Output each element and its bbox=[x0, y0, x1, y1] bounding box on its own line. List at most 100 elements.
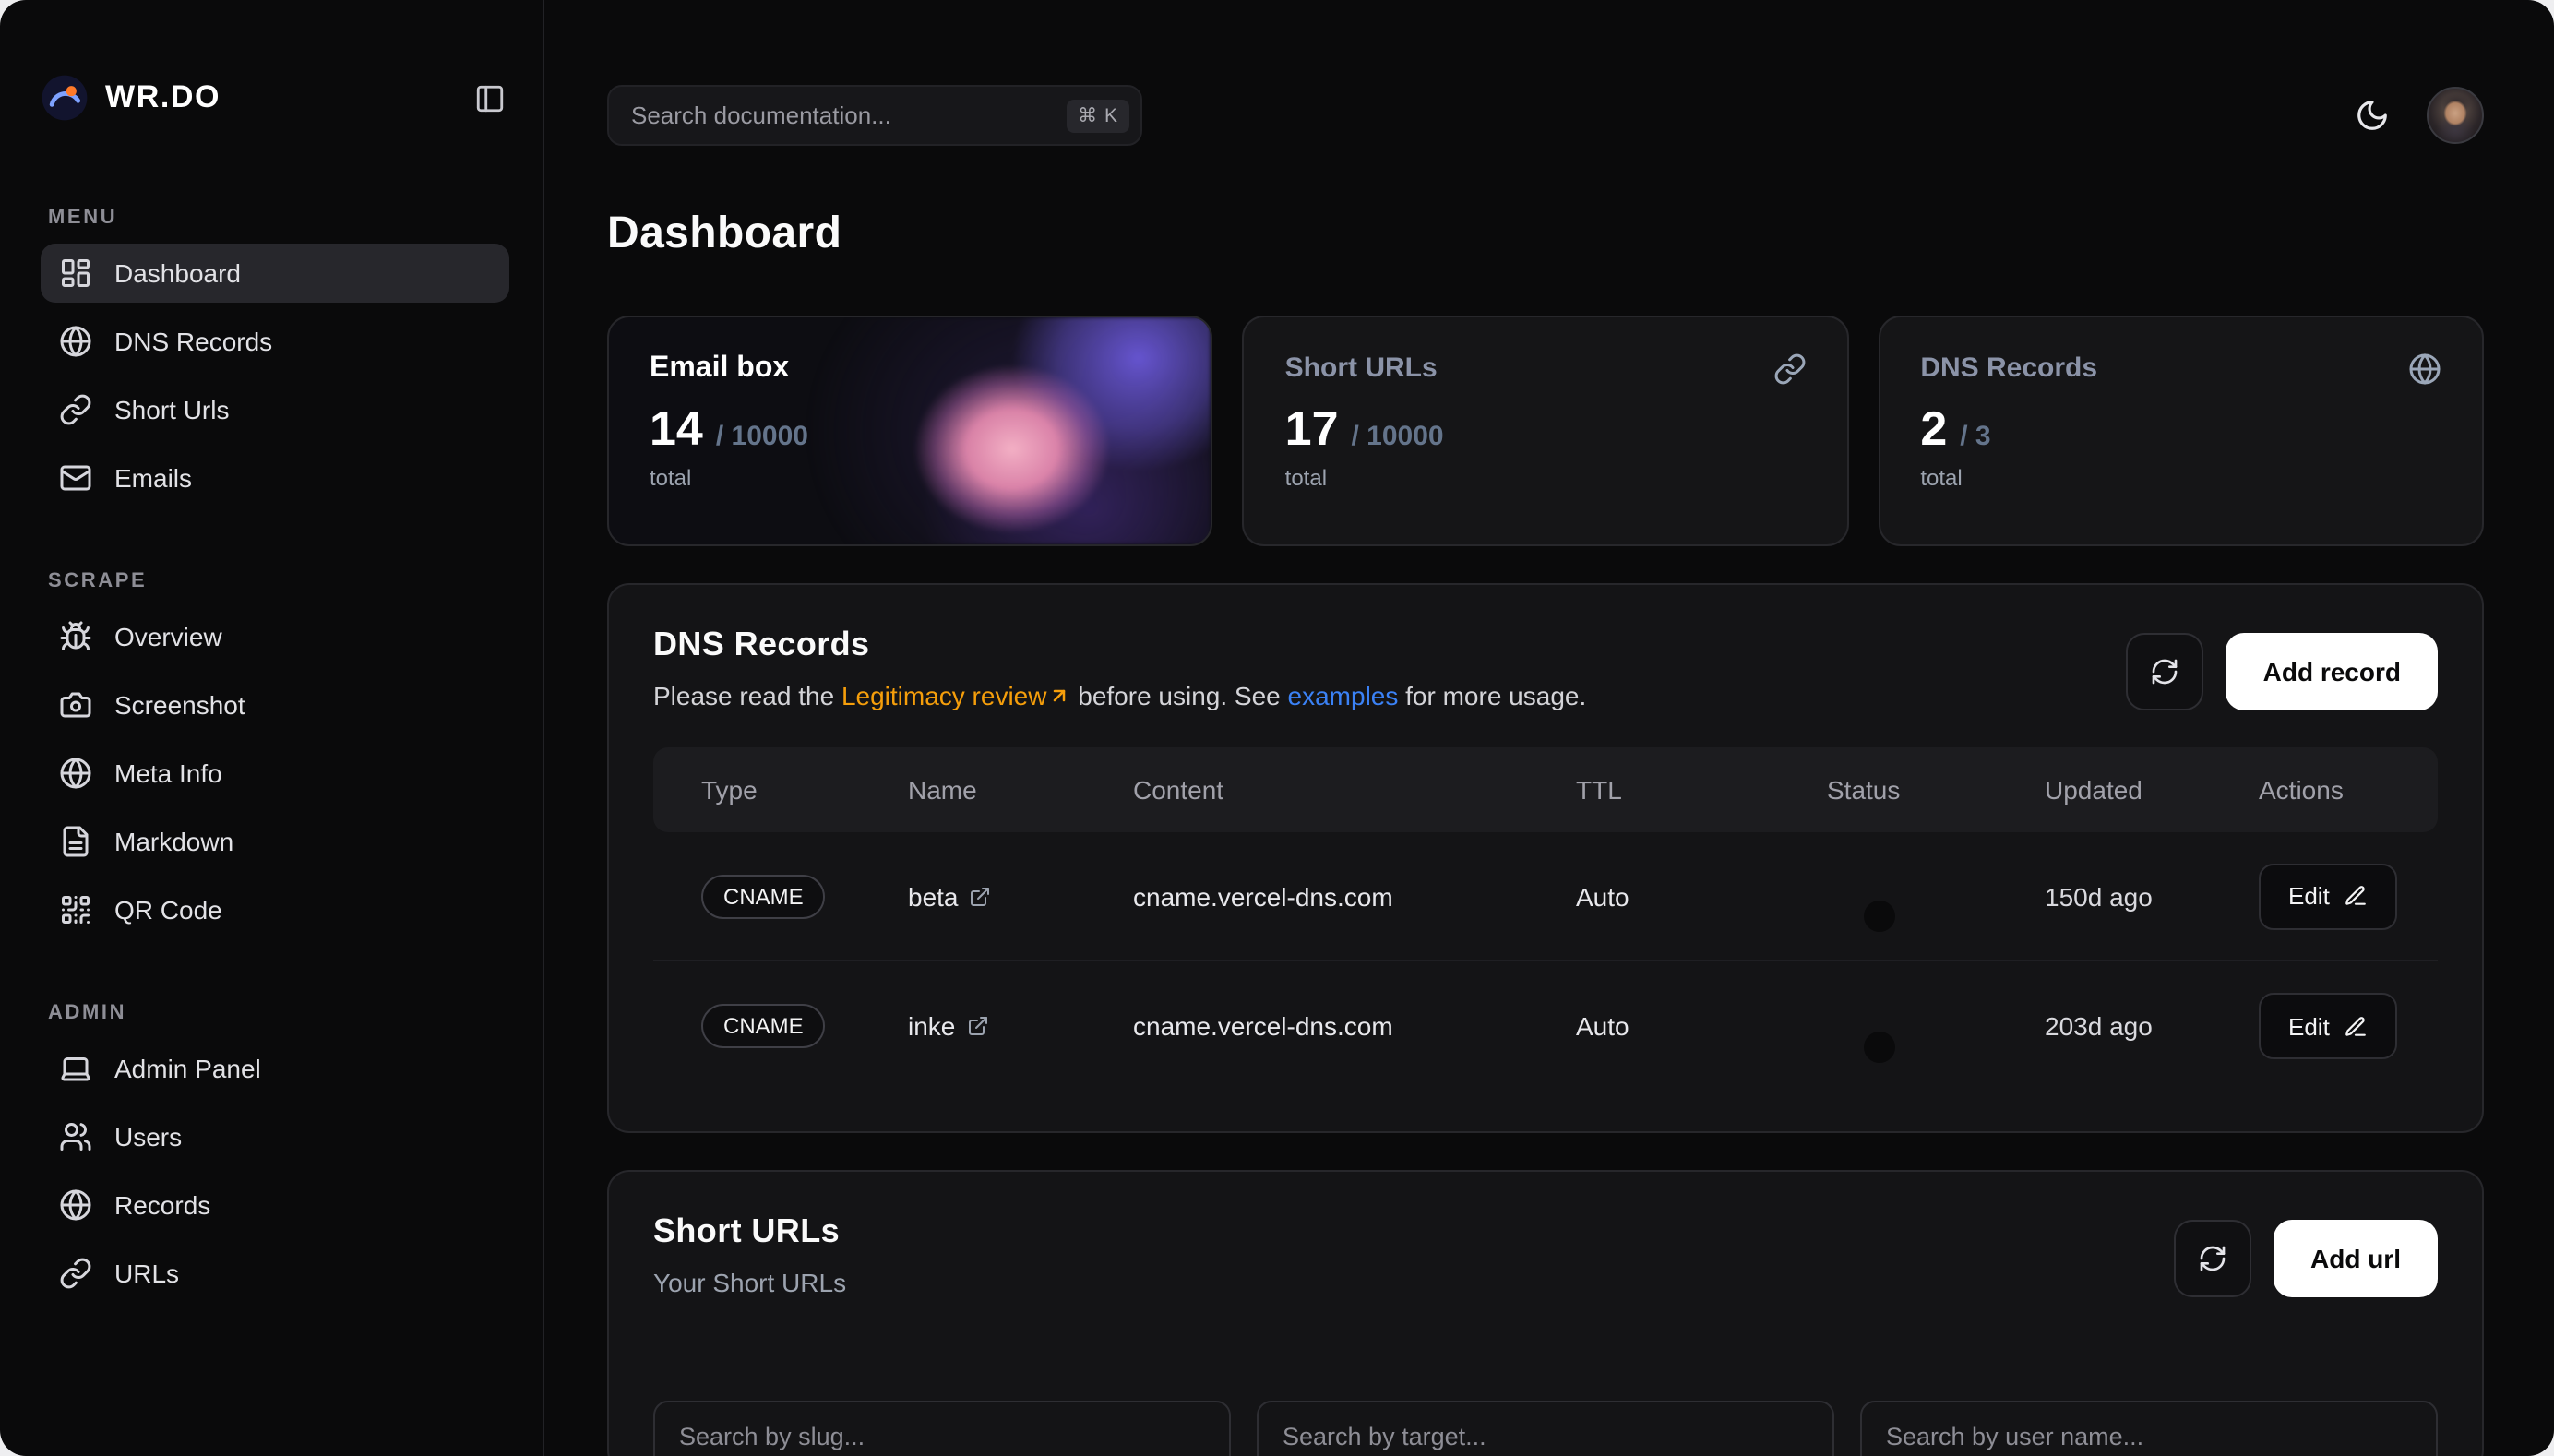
column-header-content: Content bbox=[1133, 775, 1576, 805]
bug-icon bbox=[59, 620, 92, 653]
sidebar-item-urls[interactable]: URLs bbox=[41, 1244, 509, 1303]
sidebar-item-label: URLs bbox=[114, 1259, 179, 1288]
sidebar-item-short-urls[interactable]: Short Urls bbox=[41, 380, 509, 439]
sidebar-item-label: Overview bbox=[114, 622, 222, 651]
table-row: CNAME inke cname.vercel-dns.com Auto 203… bbox=[653, 961, 2438, 1091]
add-record-button[interactable]: Add record bbox=[2226, 633, 2438, 710]
page-title: Dashboard bbox=[607, 209, 2484, 260]
sidebar-item-dns-records[interactable]: DNS Records bbox=[41, 312, 509, 371]
sidebar-item-label: Emails bbox=[114, 463, 192, 493]
sidebar-item-label: Short Urls bbox=[114, 395, 229, 424]
search-placeholder: Search documentation... bbox=[631, 101, 1067, 129]
sidebar-item-markdown[interactable]: Markdown bbox=[41, 812, 509, 871]
sidebar-item-qr-code[interactable]: QR Code bbox=[41, 880, 509, 939]
search-shortcut: ⌘ K bbox=[1067, 99, 1129, 132]
search-by-target-input[interactable] bbox=[1257, 1401, 1834, 1456]
record-name: inke bbox=[908, 1011, 955, 1041]
sidebar-item-label: Users bbox=[114, 1122, 182, 1152]
file-text-icon bbox=[59, 825, 92, 858]
stat-denominator: / 10000 bbox=[716, 421, 808, 452]
link-icon bbox=[59, 1257, 92, 1290]
sidebar-item-overview[interactable]: Overview bbox=[41, 607, 509, 666]
edit-button[interactable]: Edit bbox=[2259, 863, 2398, 929]
sidebar-item-label: DNS Records bbox=[114, 327, 272, 356]
column-header-actions: Actions bbox=[2259, 775, 2438, 805]
sidebar-collapse-button[interactable] bbox=[469, 78, 509, 118]
search-by-slug-input[interactable] bbox=[653, 1401, 1231, 1456]
search-input[interactable]: Search documentation... ⌘ K bbox=[607, 85, 1142, 146]
search-by-user-name-input[interactable] bbox=[1860, 1401, 2438, 1456]
refresh-button[interactable] bbox=[2174, 1220, 2251, 1297]
edit-button[interactable]: Edit bbox=[2259, 993, 2398, 1059]
stat-denominator: / 3 bbox=[1960, 421, 1990, 452]
stat-title: Email box bbox=[650, 352, 789, 386]
stat-title: DNS Records bbox=[1920, 352, 2097, 384]
description-text: before using. See bbox=[1070, 681, 1287, 710]
stat-card-short-urls: Short URLs 17 / 10000 total bbox=[1243, 316, 1849, 546]
section-label-admin: ADMIN bbox=[48, 1002, 509, 1024]
stat-value: 17 bbox=[1285, 404, 1339, 452]
examples-link[interactable]: examples bbox=[1288, 681, 1399, 710]
stat-cards: Email box 14 / 10000 total Short URLs 17… bbox=[607, 316, 2484, 546]
moon-icon bbox=[2354, 98, 2389, 133]
description-text: for more usage. bbox=[1398, 681, 1586, 710]
pencil-icon bbox=[2345, 884, 2369, 908]
record-content: cname.vercel-dns.com bbox=[1133, 1011, 1576, 1041]
logo: WR.DO bbox=[41, 74, 509, 122]
table-row: CNAME beta cname.vercel-dns.com Auto 150… bbox=[653, 832, 2438, 961]
globe-icon bbox=[59, 757, 92, 790]
record-ttl: Auto bbox=[1576, 881, 1827, 911]
sidebar-item-emails[interactable]: Emails bbox=[41, 448, 509, 507]
refresh-button[interactable] bbox=[2127, 633, 2204, 710]
panel-description: Please read the Legitimacy review before… bbox=[653, 681, 1586, 710]
theme-toggle-button[interactable] bbox=[2349, 93, 2393, 137]
refresh-icon bbox=[2151, 657, 2180, 686]
external-link-icon[interactable] bbox=[966, 1015, 988, 1037]
link-icon bbox=[1772, 352, 1806, 386]
sidebar-item-dashboard[interactable]: Dashboard bbox=[41, 244, 509, 303]
topbar: Search documentation... ⌘ K bbox=[607, 85, 2484, 146]
description-text: Please read the bbox=[653, 681, 841, 710]
stat-value: 14 bbox=[650, 404, 703, 452]
logo-icon bbox=[41, 74, 89, 122]
short-urls-filters bbox=[653, 1401, 2438, 1456]
stat-caption: total bbox=[1920, 465, 2441, 491]
sidebar-item-label: QR Code bbox=[114, 895, 222, 925]
camera-icon bbox=[59, 688, 92, 722]
external-link-icon[interactable] bbox=[970, 885, 992, 907]
sidebar-item-records[interactable]: Records bbox=[41, 1176, 509, 1235]
table-header-row: Type Name Content TTL Status Updated Act… bbox=[653, 747, 2438, 832]
dashboard-icon bbox=[59, 257, 92, 290]
record-type-badge: CNAME bbox=[701, 1004, 826, 1048]
panel-title: DNS Records bbox=[653, 626, 1586, 664]
sidebar: WR.DO MENU Dashboard DNS Records Sho bbox=[0, 0, 544, 1456]
record-updated: 150d ago bbox=[2045, 881, 2259, 911]
mail-icon bbox=[59, 461, 92, 495]
record-updated: 203d ago bbox=[2045, 1011, 2259, 1041]
sidebar-item-admin-panel[interactable]: Admin Panel bbox=[41, 1039, 509, 1098]
section-label-scrape: SCRAPE bbox=[48, 570, 509, 592]
pencil-icon bbox=[2345, 1014, 2369, 1038]
add-url-button[interactable]: Add url bbox=[2274, 1220, 2438, 1297]
dns-records-panel: DNS Records Please read the Legitimacy r… bbox=[607, 583, 2484, 1133]
sidebar-item-users[interactable]: Users bbox=[41, 1107, 509, 1166]
stat-caption: total bbox=[1285, 465, 1807, 491]
dns-records-table: Type Name Content TTL Status Updated Act… bbox=[653, 747, 2438, 1091]
legitimacy-review-link[interactable]: Legitimacy review bbox=[841, 681, 1071, 710]
globe-icon bbox=[2408, 352, 2441, 386]
qr-code-icon bbox=[59, 893, 92, 926]
column-header-name: Name bbox=[908, 775, 1133, 805]
refresh-icon bbox=[2198, 1244, 2227, 1273]
panel-title: Short URLs bbox=[653, 1212, 846, 1251]
link-icon bbox=[59, 393, 92, 426]
sidebar-item-label: Meta Info bbox=[114, 758, 222, 788]
short-urls-panel: Short URLs Your Short URLs Add url bbox=[607, 1170, 2484, 1456]
sidebar-item-screenshot[interactable]: Screenshot bbox=[41, 675, 509, 734]
panel-left-icon bbox=[473, 82, 505, 113]
sidebar-item-label: Markdown bbox=[114, 827, 233, 856]
avatar[interactable] bbox=[2427, 87, 2484, 144]
record-content: cname.vercel-dns.com bbox=[1133, 881, 1576, 911]
section-label-menu: MENU bbox=[48, 207, 509, 229]
sidebar-item-meta-info[interactable]: Meta Info bbox=[41, 744, 509, 803]
users-icon bbox=[59, 1120, 92, 1153]
